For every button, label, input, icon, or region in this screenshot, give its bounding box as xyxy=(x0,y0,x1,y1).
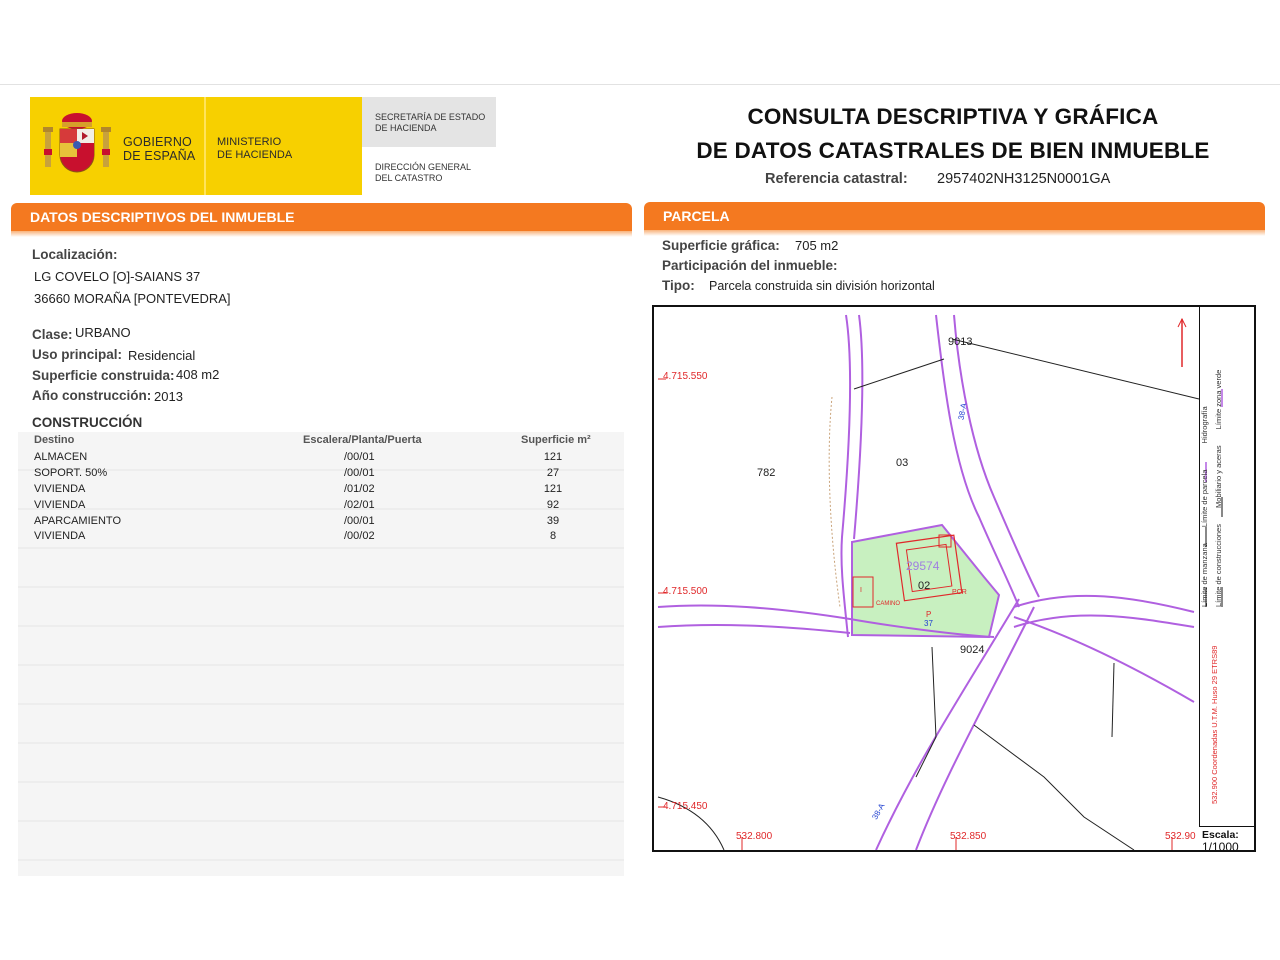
parcel-label: 02 xyxy=(918,580,931,592)
cell-destino: APARCAMIENTO xyxy=(34,515,121,527)
legend-divider xyxy=(1199,307,1200,827)
coord-y-label: 4.715.450 xyxy=(663,801,708,812)
parcel-label: PCR xyxy=(952,589,967,596)
legend-parcela: Límite de parcela xyxy=(1200,469,1209,528)
coat-of-arms-icon xyxy=(43,113,111,173)
col-destino: Destino xyxy=(34,434,75,446)
government-logo xyxy=(30,97,362,195)
table-row: VIVIENDA /01/02 121 xyxy=(18,483,622,499)
anio-label: Año construcción: xyxy=(32,388,152,403)
secretaria-label: SECRETARÍA DE ESTADO DE HACIENDA xyxy=(375,112,486,133)
tipo-value: Parcela construida sin división horizont… xyxy=(709,279,935,293)
parcela-heading: PARCELA xyxy=(644,202,1265,236)
parcel-label: CAMINO xyxy=(876,601,900,607)
cell-superficie: 27 xyxy=(546,467,560,479)
parcel-label: 29574 xyxy=(906,559,940,573)
cadastral-map[interactable]: 4.715.550 4.715.500 4.715.450 532.800 53… xyxy=(652,305,1256,852)
table-row: SOPORT. 50% /00/01 27 xyxy=(18,467,622,483)
scale-value: 1/1000 xyxy=(1202,840,1239,854)
cell-escalera: /00/02 xyxy=(344,530,375,542)
cell-superficie: 121 xyxy=(543,451,563,463)
cell-escalera: /00/01 xyxy=(344,515,375,527)
parcel-label: 03 xyxy=(896,457,909,469)
logo-separator xyxy=(204,97,206,195)
construccion-title: CONSTRUCCIÓN xyxy=(32,415,143,430)
table-row: APARCAMIENTO /00/01 39 xyxy=(18,515,622,531)
col-superficie: Superficie m² xyxy=(521,434,591,446)
table-row: ALMACEN /00/01 121 xyxy=(18,451,622,467)
tipo-label: Tipo: xyxy=(662,278,695,293)
cell-superficie: 39 xyxy=(546,515,560,527)
legend-mobiliario: Mobiliario y aceras xyxy=(1214,445,1223,508)
cell-destino: SOPORT. 50% xyxy=(34,467,108,479)
cell-escalera: /00/01 xyxy=(344,467,375,479)
table-row: VIVIENDA /02/01 92 xyxy=(18,499,622,515)
parcel-label: P xyxy=(926,610,932,619)
legend-construcciones: Límite de construcciones xyxy=(1214,524,1223,607)
parcel-label: 9024 xyxy=(960,644,985,656)
page-title: CONSULTA DESCRIPTIVA Y GRÁFICA DE DATOS … xyxy=(696,104,1210,163)
coord-x-label: 532.850 xyxy=(950,831,987,842)
superficie-construida-label: Superficie construida: xyxy=(32,368,175,383)
map-drawing xyxy=(657,314,1223,850)
ref-value: 2957402NH3125N0001GA xyxy=(937,171,1111,187)
parcel-label: 782 xyxy=(757,467,776,479)
cell-escalera: /01/02 xyxy=(344,483,375,495)
cell-destino: VIVIENDA xyxy=(34,483,86,495)
legend-manzana: Límite de manzana xyxy=(1200,543,1209,607)
cell-destino: ALMACEN xyxy=(34,451,88,463)
legend-coords-text: 532.900 Coordenadas U.T.M. Huso 29 ETRS8… xyxy=(1210,645,1219,804)
address-line1: LG COVELO [O]-SAIANS 37 xyxy=(34,269,201,284)
coord-x-label: 532.90 xyxy=(1165,831,1196,842)
cell-destino: VIVIENDA xyxy=(34,530,86,542)
cell-escalera: /00/01 xyxy=(344,451,375,463)
direccion-label: DIRECCIÓN GENERAL DEL CATASTRO xyxy=(375,162,472,183)
coord-x-label: 532.800 xyxy=(736,831,773,842)
ministerio-label: MINISTERIO DE HACIENDA xyxy=(217,136,293,161)
cell-superficie: 8 xyxy=(549,530,557,542)
cell-destino: VIVIENDA xyxy=(34,499,86,511)
uso-value: Residencial xyxy=(128,348,196,363)
anio-value: 2013 xyxy=(154,389,183,404)
legend-hidrografia: Hidrografía xyxy=(1200,406,1209,444)
clase-value: URBANO xyxy=(75,325,131,340)
legend-zona-verde: Límite zona verde xyxy=(1214,369,1223,430)
coord-y-label: 4.715.550 xyxy=(663,371,708,382)
parcel-label: 9013 xyxy=(948,336,973,348)
cell-escalera: /02/01 xyxy=(344,499,375,511)
superficie-grafica-label: Superficie gráfica: xyxy=(662,238,780,253)
participacion-label: Participación del inmueble: xyxy=(662,258,838,273)
clase-label: Clase: xyxy=(32,327,73,342)
cell-superficie: 121 xyxy=(543,483,563,495)
localizacion-label: Localización: xyxy=(32,247,118,262)
table-row: VIVIENDA /00/02 8 xyxy=(18,530,622,546)
table-header: Destino Escalera/Planta/Puerta Superfici… xyxy=(18,434,622,450)
superficie-grafica-value: 705 m2 xyxy=(795,238,839,253)
parcel-label: I xyxy=(860,587,862,594)
top-rule xyxy=(0,84,1280,85)
parcel-label: 37 xyxy=(924,619,933,628)
address-line2: 36660 MORAÑA [PONTEVEDRA] xyxy=(34,291,231,306)
col-escalera: Escalera/Planta/Puerta xyxy=(303,434,422,446)
cell-superficie: 92 xyxy=(546,499,560,511)
gobierno-label: GOBIERNO DE ESPAÑA xyxy=(123,135,196,163)
uso-label: Uso principal: xyxy=(32,347,123,362)
datos-descriptivos-heading: DATOS DESCRIPTIVOS DEL INMUEBLE xyxy=(11,203,632,237)
superficie-construida-value: 408 m2 xyxy=(176,367,220,382)
ref-label: Referencia catastral: xyxy=(765,171,908,187)
coord-y-label: 4.715.500 xyxy=(663,586,708,597)
